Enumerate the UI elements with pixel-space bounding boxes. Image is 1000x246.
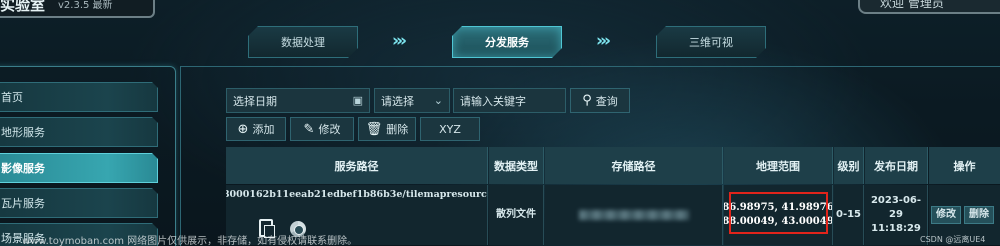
column-header-geo-range: 地理范围 [724,147,833,184]
table-row-level: 0-15 [834,185,864,245]
column-header-publish-date: 发布日期 [865,147,928,184]
category-select[interactable]: 请选择 ⌄ [374,88,450,113]
app-version: v2.3.5 最新 [58,0,113,11]
trash-icon: 🗑 [365,121,383,137]
step-arrow-icon: ››› [392,31,407,51]
xyz-button-label: XYZ [439,122,461,136]
publish-time-text: 11:18:29 [871,223,921,234]
query-button-label: 查询 [595,94,618,108]
step-distribution-service[interactable]: 分发服务 [452,26,562,58]
category-select-value: 请选择 [381,94,414,108]
sidebar-item-label: 影像服务 [1,162,45,175]
date-picker-placeholder: 选择日期 [233,94,277,108]
edit-pencil-icon: ✎ [303,121,315,137]
app-title: 实验室 [0,0,46,14]
service-path-text: 9e5a8000162b11eeab21edbef1b86b3e/tilemap… [226,189,487,200]
edit-button[interactable]: ✎ 修改 [290,117,354,141]
keyword-search-placeholder: 请输入关键字 [460,94,526,108]
column-header-level: 级别 [834,147,864,184]
site-watermark: www.toymoban.com 网络图片仅供展示，非存储，如有侵权请联系删除。 [22,236,358,246]
table-row-storage-path [545,185,723,245]
sidebar-item-label: 地形服务 [1,126,45,139]
date-picker-input[interactable]: 选择日期 ▣ [226,88,370,113]
sidebar-item-tile-service[interactable]: 瓦片服务 [0,188,158,218]
plus-circle-icon: ⊕ [237,121,249,137]
column-header-actions: 操作 [929,147,1000,184]
keyword-search-input[interactable]: 请输入关键字 [453,88,566,113]
step-data-processing[interactable]: 数据处理 [248,26,358,58]
sidebar-item-home[interactable]: 首页 [0,82,158,112]
column-header-storage-path: 存储路径 [545,147,723,184]
column-header-service-path: 服务路径 [226,147,488,184]
data-type-text: 散列文件 [496,209,536,220]
query-button[interactable]: ⚲ 查询 [570,88,630,113]
sidebar-item-label: 瓦片服务 [1,197,45,210]
search-icon: ⚲ [582,93,592,108]
table-row-data-type: 散列文件 [489,185,544,245]
step-3d-visualization[interactable]: 三维可视 [656,26,766,58]
delete-button-label: 删除 [386,123,409,136]
geo-range-highlight-box [729,192,828,234]
step-arrow-icon: ››› [596,31,611,51]
csdn-watermark: CSDN @远离UE4 [920,235,986,244]
xyz-button[interactable]: XYZ [420,117,480,141]
edit-button-label: 修改 [318,123,341,136]
table-row-publish-date: 2023-06-29 11:18:29 [865,185,928,245]
add-button[interactable]: ⊕ 添加 [226,117,286,141]
sidebar-item-imagery-service[interactable]: 影像服务 [0,153,158,183]
chevron-down-icon: ⌄ [433,94,443,107]
row-delete-button[interactable]: 删除 [964,206,994,224]
user-name[interactable]: 欢迎 管理员 [880,0,944,11]
sidebar-item-label: 首页 [1,91,23,104]
calendar-icon: ▣ [352,94,363,107]
sidebar-item-terrain-service[interactable]: 地形服务 [0,117,158,147]
delete-button[interactable]: 🗑 删除 [358,117,416,141]
add-button-label: 添加 [252,123,275,136]
level-text: 0-15 [835,209,862,220]
storage-path-redacted [578,210,689,220]
publish-date-text: 2023-06-29 [870,195,922,220]
column-header-data-type: 数据类型 [489,147,544,184]
row-edit-button[interactable]: 修改 [931,206,961,224]
